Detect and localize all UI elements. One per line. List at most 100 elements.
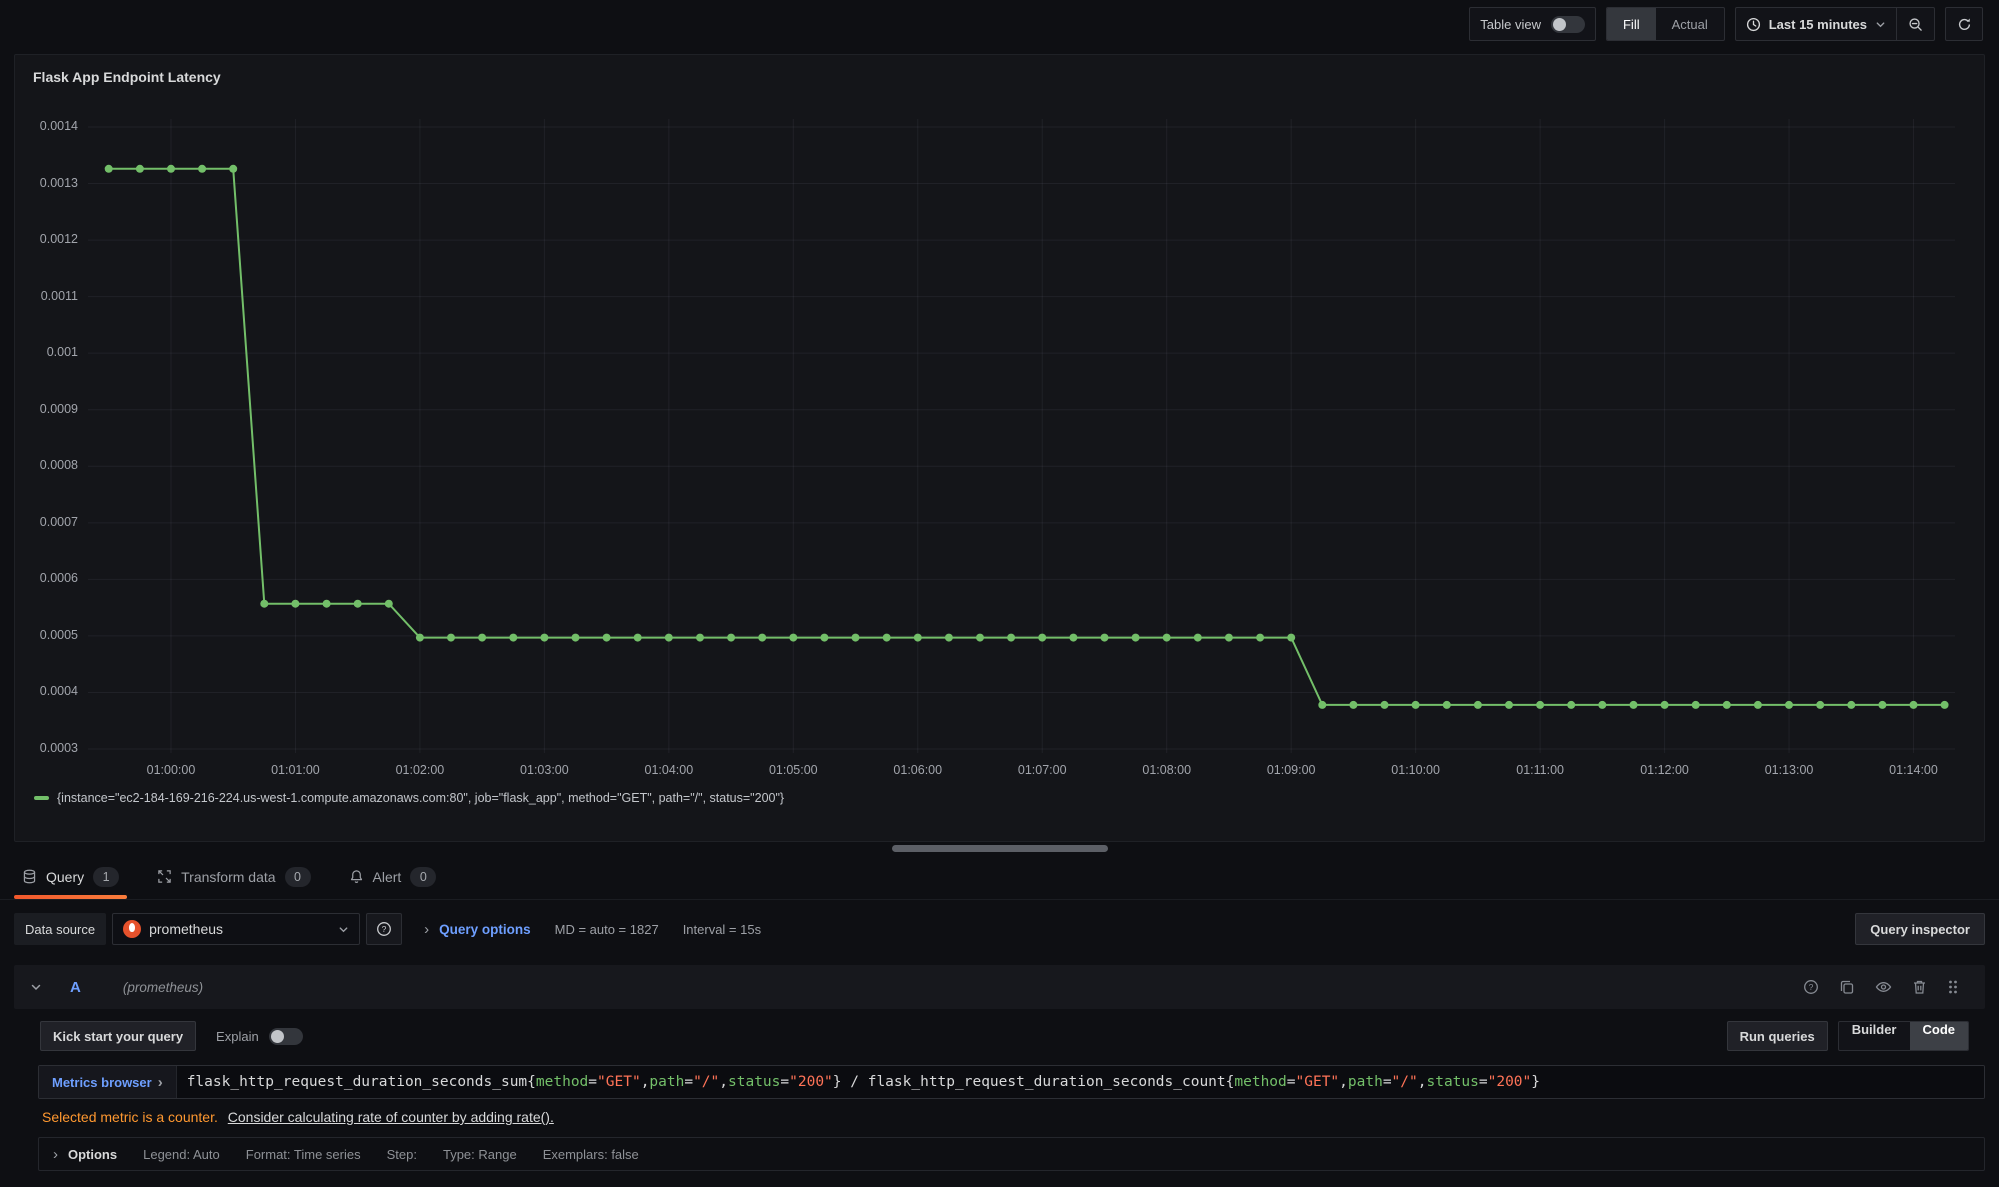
data-point	[1132, 634, 1140, 642]
promql-editor-row: Metrics browser › flask_http_request_dur…	[38, 1065, 1985, 1099]
tab-query[interactable]: Query 1	[14, 854, 127, 899]
datasource-row: Data source prometheus ? › Query options…	[14, 909, 1985, 949]
promql-token-string: "GET"	[597, 1074, 641, 1090]
prometheus-icon	[123, 920, 141, 938]
table-view-toggle[interactable]	[1551, 16, 1585, 33]
query-options-expander[interactable]: › Query options	[424, 921, 531, 938]
data-point	[1505, 701, 1513, 709]
query-a-actions: ?	[1803, 979, 1959, 995]
explain-label: Explain	[216, 1029, 259, 1044]
promql-expression-input[interactable]: flask_http_request_duration_seconds_sum{…	[177, 1066, 1984, 1098]
clock-icon	[1746, 17, 1761, 32]
legend-series-label[interactable]: {instance="ec2-184-169-216-224.us-west-1…	[57, 791, 784, 805]
interval-text: Interval = 15s	[683, 922, 761, 937]
metrics-browser-button[interactable]: Metrics browser ›	[39, 1066, 177, 1098]
refresh-button[interactable]	[1945, 7, 1983, 41]
data-point	[727, 634, 735, 642]
duplicate-query-button[interactable]	[1839, 979, 1855, 995]
promql-token-punct: ,	[1339, 1074, 1348, 1090]
kick-start-query-button[interactable]: Kick start your query	[40, 1021, 196, 1051]
toggle-visibility-button[interactable]	[1875, 979, 1892, 995]
x-tick-label: 01:12:00	[1640, 763, 1689, 777]
data-point	[136, 165, 144, 173]
promql-token-punct: ,	[1418, 1074, 1427, 1090]
database-icon	[22, 869, 37, 884]
option-format: Format: Time series	[246, 1147, 361, 1162]
x-tick-label: 01:02:00	[396, 763, 445, 777]
transform-icon	[157, 869, 172, 884]
run-queries-button[interactable]: Run queries	[1727, 1021, 1828, 1051]
query-ref-id: A	[70, 979, 81, 996]
svg-text:?: ?	[382, 924, 387, 934]
zoom-out-button[interactable]	[1896, 8, 1934, 40]
time-range-button[interactable]: Last 15 minutes	[1736, 17, 1896, 32]
data-point	[323, 600, 331, 608]
data-point	[665, 634, 673, 642]
query-toolbar-row: Kick start your query Explain Run querie…	[40, 1021, 1969, 1051]
actual-button[interactable]: Actual	[1656, 8, 1724, 40]
tab-transform-data[interactable]: Transform data 0	[149, 854, 318, 899]
data-point	[1847, 701, 1855, 709]
builder-button[interactable]: Builder	[1839, 1022, 1910, 1050]
scroll-track	[0, 842, 1999, 854]
timeseries-panel: Flask App Endpoint Latency 0.00140.00130…	[14, 54, 1985, 842]
scrollbar-thumb[interactable]	[892, 845, 1108, 852]
zoom-out-icon	[1908, 17, 1923, 32]
panel-edit-toolbar: Table view Fill Actual Last 15 minutes	[0, 0, 1999, 48]
tab-query-count: 1	[93, 867, 119, 887]
data-point	[1163, 634, 1171, 642]
x-tick-label: 01:06:00	[893, 763, 942, 777]
panel-title: Flask App Endpoint Latency	[33, 69, 1971, 85]
max-data-points-text: MD = auto = 1827	[555, 922, 659, 937]
promql-token-label: status	[1426, 1074, 1478, 1090]
data-point	[634, 634, 642, 642]
promql-token-punct: ,	[719, 1074, 728, 1090]
data-point	[1754, 701, 1762, 709]
promql-token-punct: {	[1226, 1074, 1235, 1090]
data-point	[1474, 701, 1482, 709]
data-point	[1349, 701, 1357, 709]
chevron-right-icon: ›	[158, 1074, 163, 1091]
datasource-select[interactable]: prometheus	[112, 913, 360, 945]
options-label: Options	[68, 1147, 117, 1162]
code-button[interactable]: Code	[1910, 1022, 1969, 1050]
query-a-header[interactable]: A (prometheus) ?	[14, 965, 1985, 1009]
refresh-icon	[1957, 17, 1972, 32]
query-inspector-button[interactable]: Query inspector	[1855, 913, 1985, 945]
promql-token-label: path	[1348, 1074, 1383, 1090]
data-point	[1910, 701, 1918, 709]
data-point	[603, 634, 611, 642]
promql-token-punct: =	[684, 1074, 693, 1090]
metrics-browser-label: Metrics browser	[52, 1075, 152, 1090]
data-point	[820, 634, 828, 642]
data-point	[1443, 701, 1451, 709]
collapse-chevron-icon[interactable]	[30, 981, 42, 993]
counter-warning: Selected metric is a counter. Consider c…	[42, 1109, 1985, 1125]
x-tick-label: 01:14:00	[1889, 763, 1938, 777]
time-range-label: Last 15 minutes	[1769, 17, 1867, 32]
data-point	[416, 634, 424, 642]
editor-tabs: Query 1 Transform data 0 Alert 0	[0, 854, 1999, 900]
datasource-help-button[interactable]: ?	[366, 913, 402, 945]
data-point	[1101, 634, 1109, 642]
toggle-knob	[271, 1030, 284, 1043]
datasource-label: Data source	[14, 913, 106, 945]
promql-token-string: "/"	[1392, 1074, 1418, 1090]
query-help-button[interactable]: ?	[1803, 979, 1819, 995]
datasource-value: prometheus	[149, 921, 330, 937]
delete-query-button[interactable]	[1912, 979, 1927, 995]
chevron-right-icon: ›	[53, 1146, 58, 1163]
promql-token-string: "/"	[693, 1074, 719, 1090]
add-rate-hint-link[interactable]: Consider calculating rate of counter by …	[228, 1109, 554, 1125]
data-point	[1536, 701, 1544, 709]
options-expander[interactable]: › Options	[53, 1146, 117, 1163]
drag-handle[interactable]	[1947, 979, 1959, 995]
explain-toggle[interactable]	[269, 1028, 303, 1045]
tab-alert[interactable]: Alert 0	[341, 854, 445, 899]
data-point	[385, 600, 393, 608]
x-tick-label: 01:08:00	[1142, 763, 1191, 777]
fill-button[interactable]: Fill	[1607, 8, 1656, 40]
data-point	[1816, 701, 1824, 709]
x-tick-label: 01:13:00	[1765, 763, 1814, 777]
option-step: Step:	[387, 1147, 417, 1162]
